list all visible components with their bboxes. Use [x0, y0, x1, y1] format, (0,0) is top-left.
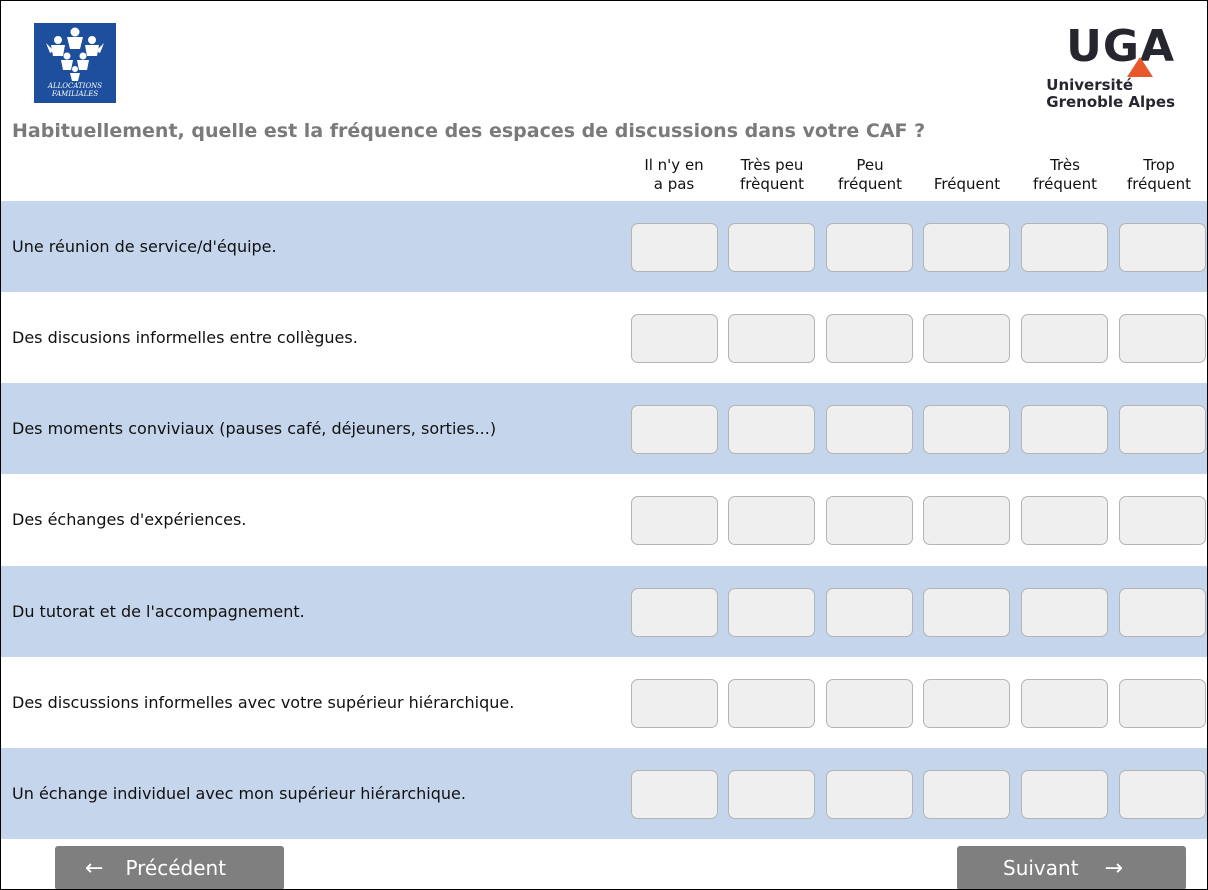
answer-cell[interactable] [923, 223, 1010, 272]
answer-cell[interactable] [923, 770, 1010, 819]
answer-cell[interactable] [1021, 770, 1108, 819]
answer-cell[interactable] [728, 770, 815, 819]
answer-cell[interactable] [728, 405, 815, 454]
column-header-line [919, 156, 1015, 175]
column-header-line: Très peu [740, 156, 804, 174]
answer-cell[interactable] [826, 223, 913, 272]
uga-logo-name: Université Grenoble Alpes [1046, 77, 1175, 111]
row-label: Un échange individuel avec mon supérieur… [12, 784, 466, 803]
answer-cell[interactable] [1119, 405, 1206, 454]
column-header-line: fréquent [838, 175, 902, 193]
answer-cell[interactable] [1119, 588, 1206, 637]
row-label: Des discusions informelles entre collègu… [12, 328, 358, 347]
answer-cell[interactable] [631, 223, 718, 272]
answer-cell[interactable] [1119, 223, 1206, 272]
uga-logo: UGA Université Grenoble Alpes [1043, 21, 1183, 111]
caf-family-figures-icon [46, 27, 104, 81]
column-header-rare: Peu fréquent [822, 156, 918, 194]
matrix-row: Des discussions informelles avec votre s… [1, 657, 1207, 748]
answer-cell[interactable] [826, 405, 913, 454]
matrix-row: Des moments conviviaux (pauses café, déj… [1, 383, 1207, 474]
answer-cell[interactable] [826, 314, 913, 363]
column-header-none: Il n'y en a pas [626, 156, 722, 194]
answer-cell[interactable] [631, 314, 718, 363]
answer-cell[interactable] [631, 496, 718, 545]
caf-logo: ALLOCATIONS FAMILIALES [34, 23, 116, 103]
column-header-line: Trop [1143, 156, 1175, 174]
answer-cell[interactable] [826, 770, 913, 819]
column-header-line: fréquent [1033, 175, 1097, 193]
answer-cell[interactable] [826, 496, 913, 545]
uga-logo-name-line2: Grenoble Alpes [1046, 93, 1175, 111]
previous-button[interactable]: ← Précédent [55, 846, 284, 889]
row-label: Des discussions informelles avec votre s… [12, 693, 515, 712]
matrix-row: Du tutorat et de l'accompagnement. [1, 566, 1207, 657]
answer-cell[interactable] [1021, 679, 1108, 728]
answer-cell[interactable] [923, 314, 1010, 363]
answer-cell[interactable] [923, 588, 1010, 637]
next-button-label: Suivant [1003, 856, 1079, 880]
answer-cell[interactable] [1021, 405, 1108, 454]
previous-button-label: Précédent [125, 856, 227, 880]
answer-cell[interactable] [923, 496, 1010, 545]
answer-cell[interactable] [923, 679, 1010, 728]
answer-cell[interactable] [1021, 588, 1108, 637]
answer-cell[interactable] [1021, 223, 1108, 272]
answer-cell[interactable] [728, 496, 815, 545]
column-header-very-rare: Très peu frèquent [724, 156, 820, 194]
uga-logo-mark: UGA [1066, 21, 1175, 72]
answer-cell[interactable] [728, 679, 815, 728]
row-label: Des échanges d'expériences. [12, 510, 247, 529]
row-label: Du tutorat et de l'accompagnement. [12, 602, 305, 621]
uga-logo-name-line1: Université [1046, 76, 1134, 94]
answer-cell[interactable] [728, 314, 815, 363]
answer-cell[interactable] [631, 770, 718, 819]
matrix-row: Des échanges d'expériences. [1, 474, 1207, 565]
column-header-line: Peu [856, 156, 884, 174]
question-title: Habituellement, quelle est la fréquence … [12, 120, 926, 142]
answer-cell[interactable] [1119, 770, 1206, 819]
arrow-left-icon: ← [85, 855, 104, 881]
column-header-line: a pas [653, 175, 695, 193]
caf-logo-caption: ALLOCATIONS FAMILIALES [47, 82, 103, 98]
next-button[interactable]: Suivant → [957, 846, 1186, 889]
column-header-line: fréquent [1127, 175, 1191, 193]
answer-cell[interactable] [923, 405, 1010, 454]
column-header-line: Fréquent [933, 175, 1001, 193]
column-header-line: Il n'y en [644, 156, 704, 174]
answer-cell[interactable] [631, 588, 718, 637]
answer-cell[interactable] [631, 679, 718, 728]
column-header-line: frèquent [740, 175, 804, 193]
column-header-frequent: Fréquent [919, 156, 1015, 194]
answer-cell[interactable] [1119, 314, 1206, 363]
column-header-very-frequent: Très fréquent [1017, 156, 1113, 194]
matrix-row: Un échange individuel avec mon supérieur… [1, 748, 1207, 839]
survey-page: ALLOCATIONS FAMILIALES UGA Université Gr… [0, 0, 1208, 890]
row-label: Une réunion de service/d'équipe. [12, 237, 277, 256]
matrix-row: Des discusions informelles entre collègu… [1, 292, 1207, 383]
answer-cell[interactable] [1021, 314, 1108, 363]
answer-cell[interactable] [1119, 679, 1206, 728]
answer-cell[interactable] [631, 405, 718, 454]
answer-cell[interactable] [1119, 496, 1206, 545]
arrow-right-icon: → [1104, 855, 1123, 881]
answer-cell[interactable] [728, 223, 815, 272]
answer-cell[interactable] [826, 679, 913, 728]
matrix-row: Une réunion de service/d'équipe. [1, 201, 1207, 292]
uga-triangle-icon [1127, 57, 1153, 77]
answer-cell[interactable] [826, 588, 913, 637]
answer-cell[interactable] [1021, 496, 1108, 545]
answer-cell[interactable] [728, 588, 815, 637]
column-header-too-frequent: Trop fréquent [1111, 156, 1207, 194]
row-label: Des moments conviviaux (pauses café, déj… [12, 419, 497, 438]
column-header-line: Très [1050, 156, 1080, 174]
